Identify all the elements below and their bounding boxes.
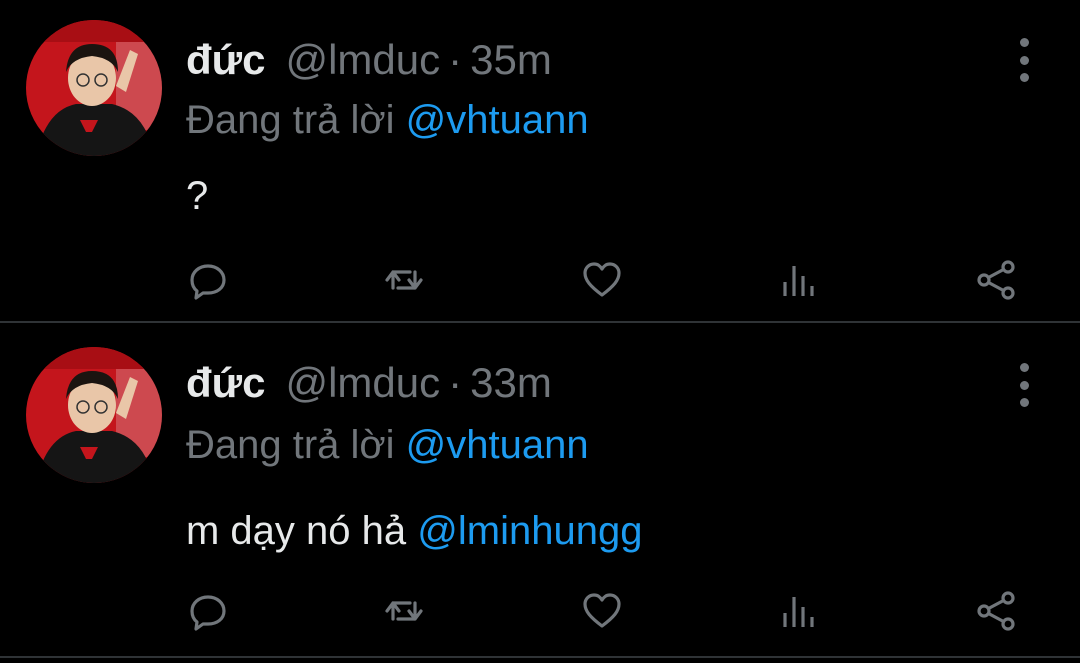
- reply-to-mention[interactable]: @vhtuann: [406, 98, 589, 142]
- share-icon[interactable]: [974, 258, 1018, 302]
- author-name[interactable]: đức: [186, 36, 265, 83]
- reply-to-mention[interactable]: @vhtuann: [406, 423, 589, 467]
- action-bar: [186, 258, 1026, 302]
- text-mention[interactable]: @lminhungg: [417, 509, 642, 553]
- timestamp[interactable]: 33m: [470, 359, 552, 406]
- avatar[interactable]: [26, 20, 162, 156]
- separator: ·: [448, 36, 463, 83]
- tweet[interactable]: đức @lmduc · 33m Đang trả lời @vhtuann m dạ…: [0, 325, 1080, 658]
- more-icon[interactable]: [1012, 38, 1036, 82]
- tweet-header: đức @lmduc · 35m: [186, 30, 552, 90]
- avatar-image: [26, 20, 162, 156]
- retweet-icon[interactable]: [382, 258, 426, 302]
- reply-icon[interactable]: [186, 589, 230, 633]
- retweet-icon[interactable]: [382, 589, 426, 633]
- action-bar: [186, 589, 1026, 633]
- tweet[interactable]: đức @lmduc · 35m Đang trả lời @vhtuann ?: [0, 0, 1080, 323]
- tweet-body: ?: [186, 174, 209, 218]
- reply-icon[interactable]: [186, 258, 230, 302]
- tweet-body: m dạy nó hả: [186, 509, 407, 553]
- avatar[interactable]: [26, 347, 162, 483]
- tweet-text: ?: [186, 168, 208, 224]
- avatar-image: [26, 347, 162, 483]
- author-name[interactable]: đức: [186, 359, 265, 406]
- tweet-header: đức @lmduc · 33m: [186, 353, 552, 413]
- author-handle[interactable]: @lmduc: [285, 359, 440, 406]
- author-handle[interactable]: @lmduc: [285, 36, 440, 83]
- separator: ·: [448, 359, 463, 406]
- like-icon[interactable]: [580, 258, 624, 302]
- views-icon[interactable]: [776, 258, 820, 302]
- more-icon[interactable]: [1012, 363, 1036, 407]
- reply-prefix: Đang trả lời: [186, 98, 395, 142]
- reply-prefix: Đang trả lời: [186, 423, 395, 467]
- reply-context: Đang trả lời @vhtuann: [186, 92, 589, 148]
- timestamp[interactable]: 35m: [470, 36, 552, 83]
- views-icon[interactable]: [776, 589, 820, 633]
- share-icon[interactable]: [974, 589, 1018, 633]
- tweet-text: m dạy nó hả @lminhungg: [186, 503, 642, 559]
- reply-context: Đang trả lời @vhtuann: [186, 417, 589, 473]
- like-icon[interactable]: [580, 589, 624, 633]
